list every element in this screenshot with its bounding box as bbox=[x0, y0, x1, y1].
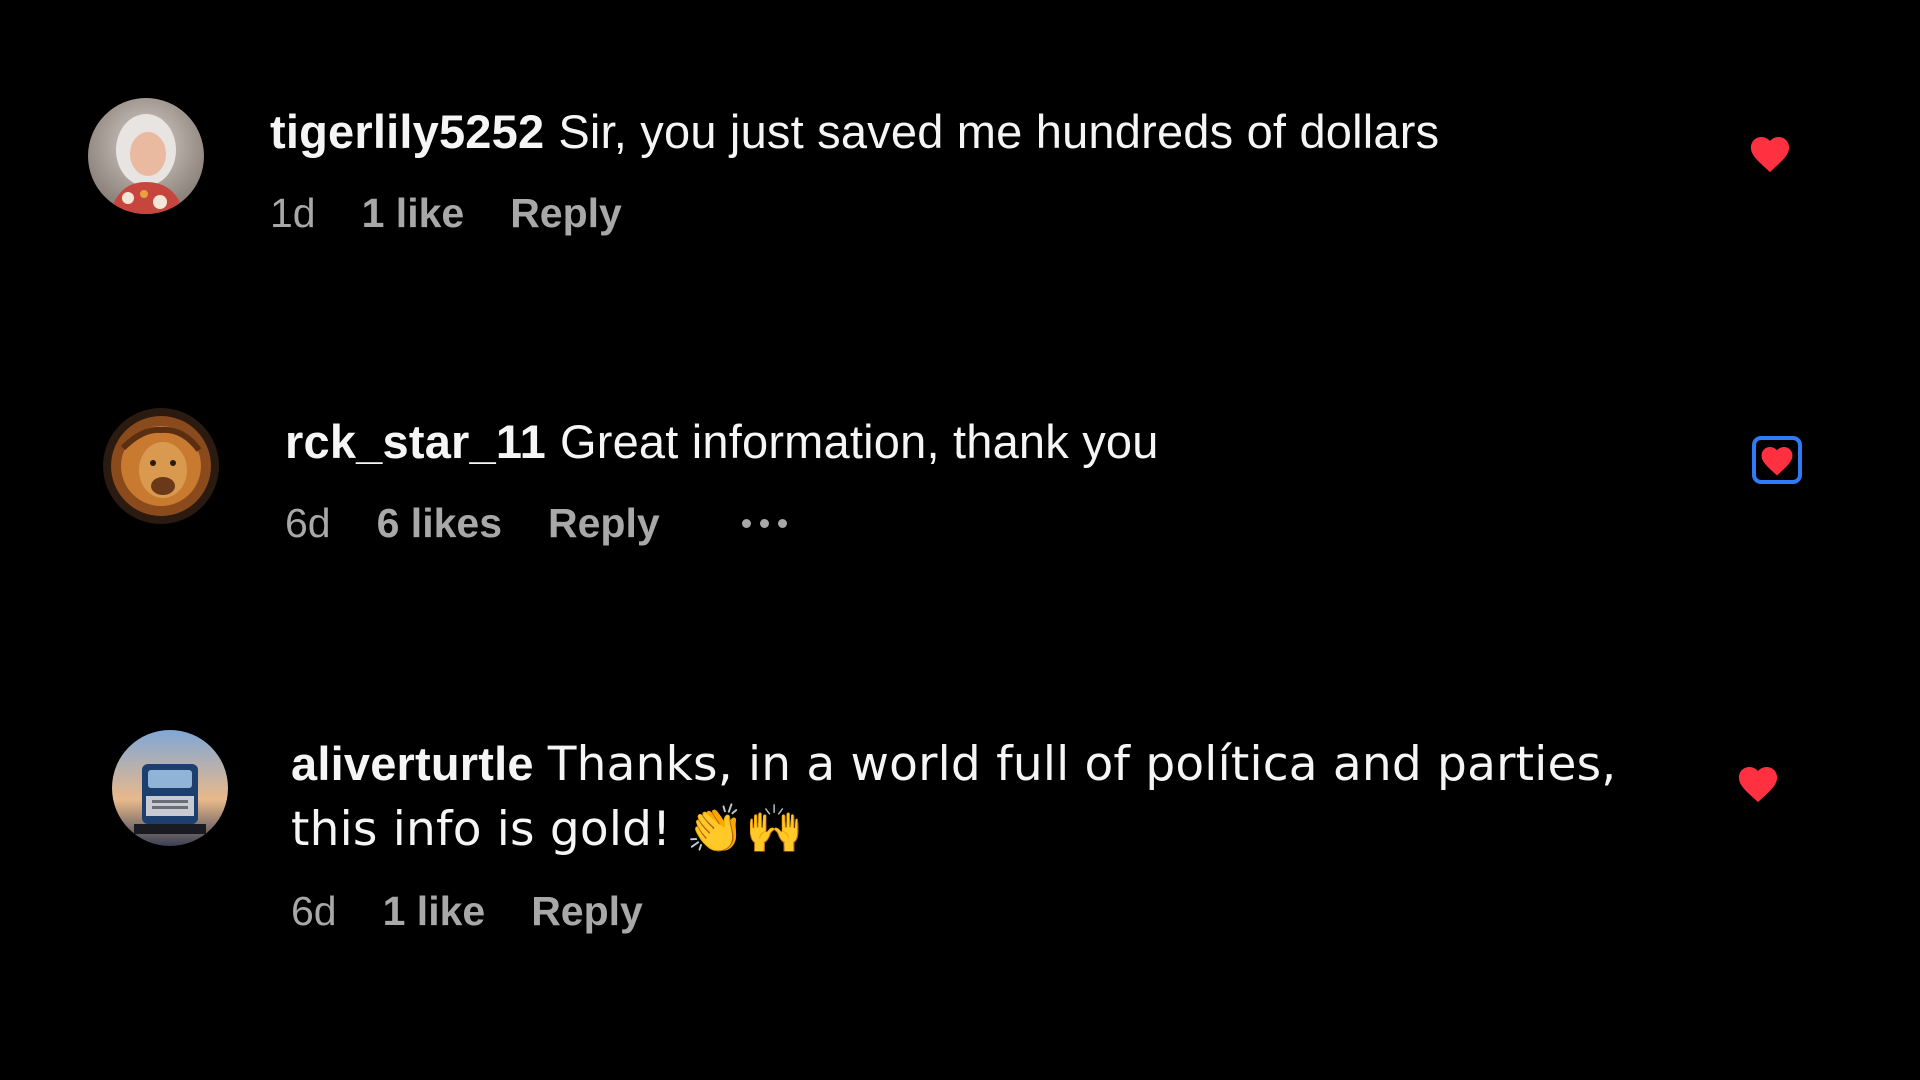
reply-button[interactable]: Reply bbox=[531, 888, 643, 935]
comment-meta: 1d 1 like Reply bbox=[270, 190, 1670, 237]
comment-time[interactable]: 1d bbox=[270, 190, 316, 237]
comment-likes[interactable]: 1 like bbox=[383, 888, 486, 935]
comment-body: Great information, thank you bbox=[559, 415, 1159, 468]
heart-icon[interactable] bbox=[1752, 436, 1802, 484]
heart-icon[interactable] bbox=[1735, 762, 1781, 804]
comment-meta: 6d 6 likes Reply bbox=[285, 500, 1685, 547]
comment-body: Sir, you just saved me hundreds of dolla… bbox=[558, 105, 1440, 158]
heart-icon[interactable] bbox=[1747, 132, 1793, 174]
comment-meta: 6d 1 like Reply bbox=[291, 888, 1691, 935]
comment-time[interactable]: 6d bbox=[285, 500, 331, 547]
more-options-icon[interactable] bbox=[741, 519, 787, 528]
avatar[interactable] bbox=[103, 408, 219, 524]
reply-button[interactable]: Reply bbox=[548, 500, 660, 547]
comment-likes[interactable]: 1 like bbox=[362, 190, 465, 237]
comment-username[interactable]: tigerlily5252 bbox=[270, 105, 544, 158]
avatar[interactable] bbox=[112, 730, 228, 846]
comment-text: tigerlily5252 Sir, you just saved me hund… bbox=[270, 100, 1670, 164]
comment-username[interactable]: rck_star_11 bbox=[285, 415, 546, 468]
comment-username[interactable]: aliverturtle bbox=[291, 737, 534, 790]
comment-text: rck_star_11 Great information, thank you bbox=[285, 410, 1685, 474]
comment-likes[interactable]: 6 likes bbox=[377, 500, 502, 547]
avatar[interactable] bbox=[88, 98, 204, 214]
reply-button[interactable]: Reply bbox=[510, 190, 622, 237]
comment-text: aliverturtle Thanks, in a world full of p… bbox=[291, 732, 1691, 862]
comment-time[interactable]: 6d bbox=[291, 888, 337, 935]
comments-list: tigerlily5252 Sir, you just saved me hund… bbox=[0, 0, 1920, 1080]
